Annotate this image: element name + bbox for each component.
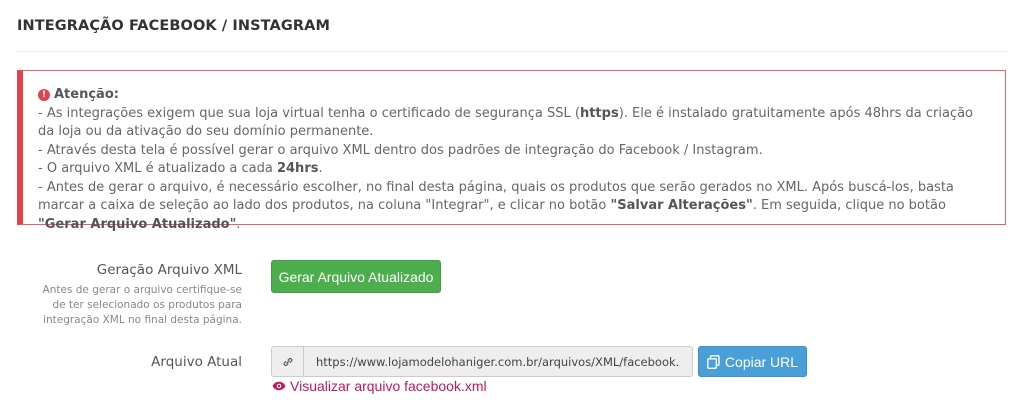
xml-generation-help: Antes de gerar o arquivo certifique-se d… [42, 284, 242, 326]
alert-heading: ! Atenção: [38, 86, 993, 105]
copy-url-label: Copiar URL [724, 353, 799, 370]
alert-bold-24hrs: 24hrs [276, 161, 319, 176]
alert-bold-gerar: "Gerar Arquivo Atualizado" [38, 216, 237, 232]
exclamation-circle-icon: ! [38, 89, 50, 102]
current-file-label: Arquivo Atual [151, 354, 242, 370]
title-divider [17, 51, 1007, 52]
copy-url-button[interactable]: Copiar URL [698, 346, 807, 377]
page-title: INTEGRAÇÃO FACEBOOK / INSTAGRAM [17, 18, 330, 34]
attention-alert: ! Atenção: - As integrações exigem que s… [17, 70, 1006, 232]
alert-text: . [318, 161, 323, 176]
alert-text: . [236, 216, 241, 232]
eye-icon [272, 381, 286, 391]
view-file-label: Visualizar arquivo facebook.xml [290, 378, 487, 394]
alert-bold-salvar: "Salvar Alterações" [610, 198, 753, 213]
current-file-url-input[interactable] [303, 346, 693, 377]
generate-file-button[interactable]: Gerar Arquivo Atualizado [271, 260, 441, 293]
xml-generation-label: Geração Arquivo XML [96, 262, 242, 278]
alert-line-products: - Antes de gerar o arquivo, é necessário… [38, 179, 993, 235]
alert-text: . Em seguida, clique no botão [752, 198, 946, 213]
link-icon [271, 346, 303, 377]
alert-heading-text: Atenção: [54, 87, 119, 102]
alert-line-update: - O arquivo XML é atualizado a cada 24hr… [38, 160, 993, 179]
url-input-group [271, 346, 693, 377]
alert-line-ssl: - As integrações exigem que sua loja vir… [38, 105, 993, 142]
alert-line-xml: - Através desta tela é possível gerar o … [38, 142, 763, 158]
view-file-link[interactable]: Visualizar arquivo facebook.xml [272, 378, 487, 394]
alert-text: - O arquivo XML é atualizado a cada [38, 161, 277, 176]
copy-icon [707, 354, 720, 369]
alert-text: - As integrações exigem que sua loja vir… [38, 105, 580, 121]
alert-bold-https: https [579, 105, 619, 121]
